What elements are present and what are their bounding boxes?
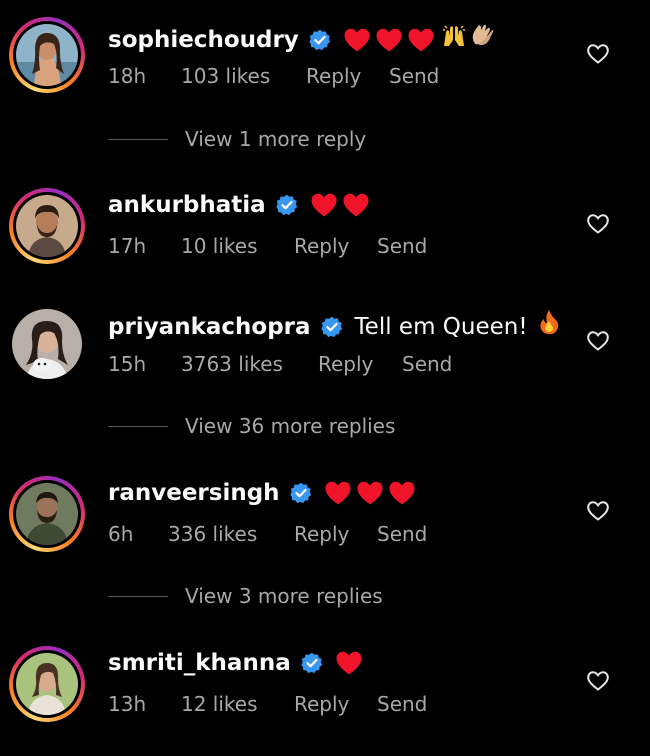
avatar-story-ring[interactable] (9, 646, 85, 722)
view-more-replies[interactable]: View 3 more replies (108, 584, 383, 608)
comment-timestamp: 15h (108, 352, 147, 376)
avatar (12, 309, 82, 379)
comment-username[interactable]: smriti_khanna (108, 648, 291, 678)
fire-emoji (538, 309, 560, 344)
comment-timestamp: 13h (108, 692, 147, 716)
avatar-story-ring[interactable] (9, 476, 85, 552)
comment-text (343, 22, 495, 57)
likes-count[interactable]: 3763 likes (181, 351, 283, 377)
send-button[interactable]: Send (402, 351, 452, 377)
avatar (16, 653, 78, 715)
avatar (16, 483, 78, 545)
comment-username[interactable]: ankurbhatia (108, 190, 266, 220)
view-replies-label[interactable]: View 3 more replies (185, 584, 383, 608)
comment-text (310, 192, 374, 218)
comment-username[interactable]: sophiechoudry (108, 25, 299, 55)
send-button[interactable]: Send (389, 63, 439, 89)
heart-outline-icon[interactable] (586, 669, 610, 693)
comment-timestamp: 18h (108, 64, 147, 88)
comment-text (335, 650, 367, 676)
avatar-story-ring[interactable] (9, 17, 85, 93)
red-heart-emoji (407, 27, 435, 53)
reply-button[interactable]: Reply (294, 691, 349, 717)
send-button[interactable]: Send (377, 521, 427, 547)
likes-count[interactable]: 336 likes (168, 521, 257, 547)
red-heart-emoji (343, 27, 371, 53)
reply-button[interactable]: Reply (306, 63, 361, 89)
comment-timestamp: 6h (108, 522, 134, 546)
red-heart-emoji (310, 192, 338, 218)
comment-text (324, 480, 420, 506)
view-more-replies[interactable]: View 36 more replies (108, 414, 395, 438)
replies-divider (108, 138, 168, 140)
avatar (16, 195, 78, 257)
reply-button[interactable]: Reply (318, 351, 373, 377)
verified-badge-icon (289, 482, 312, 504)
heart-outline-icon[interactable] (586, 329, 610, 353)
reply-button[interactable]: Reply (294, 521, 349, 547)
comment-text: Tell em Queen! (355, 309, 560, 344)
send-button[interactable]: Send (377, 691, 427, 717)
verified-badge-icon (309, 29, 331, 51)
avatar-container[interactable] (9, 306, 85, 382)
comment-body: Tell em Queen! (354, 313, 528, 340)
likes-count[interactable]: 12 likes (181, 691, 258, 717)
comment-username[interactable]: ranveersingh (108, 478, 280, 508)
verified-badge-icon (301, 652, 323, 674)
comment-username[interactable]: priyankachopra (108, 312, 311, 342)
red-heart-emoji (342, 192, 370, 218)
view-replies-label[interactable]: View 1 more reply (185, 127, 366, 151)
avatar-story-ring[interactable] (9, 188, 85, 264)
view-replies-label[interactable]: View 36 more replies (185, 414, 395, 438)
avatar (16, 24, 78, 86)
heart-outline-icon[interactable] (586, 499, 610, 523)
raising-hands-emoji (441, 22, 467, 57)
heart-outline-icon[interactable] (586, 42, 610, 66)
red-heart-emoji (388, 480, 416, 506)
clapping-hands-emoji (469, 22, 495, 57)
likes-count[interactable]: 103 likes (181, 63, 270, 89)
heart-outline-icon[interactable] (586, 212, 610, 236)
replies-divider (108, 425, 168, 427)
likes-count[interactable]: 10 likes (181, 233, 258, 259)
replies-divider (108, 595, 168, 597)
red-heart-emoji (356, 480, 384, 506)
send-button[interactable]: Send (377, 233, 427, 259)
red-heart-emoji (335, 650, 363, 676)
reply-button[interactable]: Reply (294, 233, 349, 259)
view-more-replies[interactable]: View 1 more reply (108, 127, 366, 151)
verified-badge-icon (320, 316, 343, 338)
verified-badge-icon (275, 194, 298, 216)
red-heart-emoji (324, 480, 352, 506)
red-heart-emoji (375, 27, 403, 53)
comment-timestamp: 17h (108, 234, 147, 258)
